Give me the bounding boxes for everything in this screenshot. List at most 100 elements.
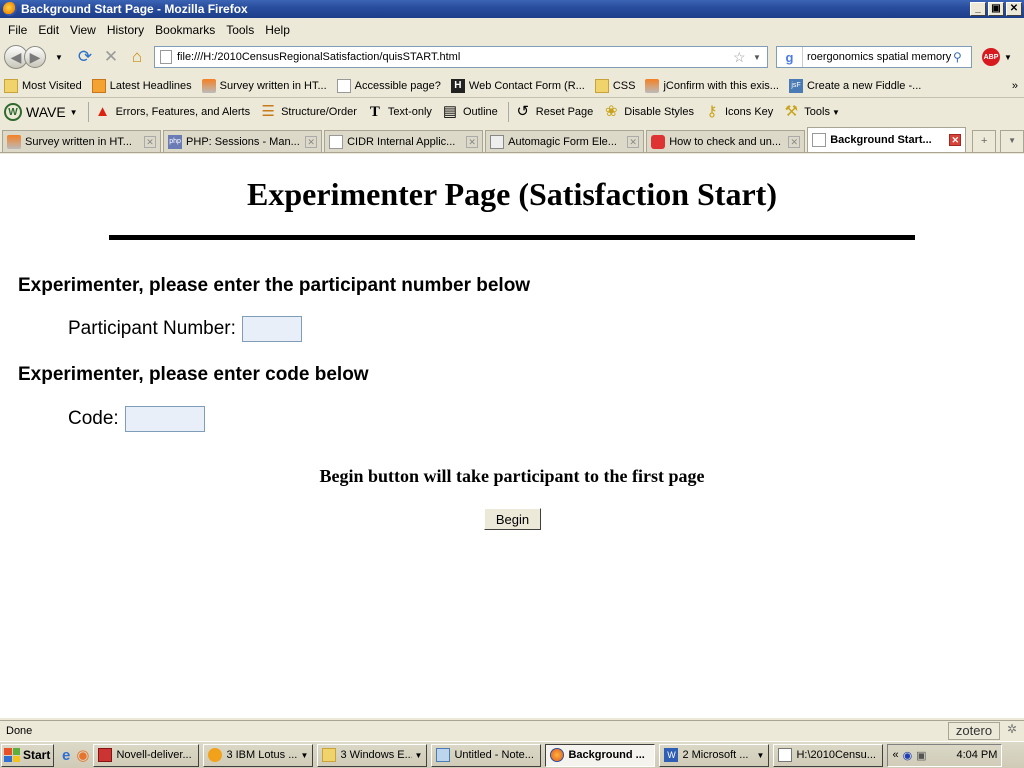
clock[interactable]: 4:04 PM <box>956 749 997 761</box>
menu-file[interactable]: File <box>4 23 34 37</box>
bookmark-survey[interactable]: Survey written in HT... <box>201 78 327 93</box>
bookmark-jsfiddle[interactable]: jsF Create a new Fiddle -... <box>788 78 921 93</box>
tab-cidr[interactable]: CIDR Internal Applic... ✕ <box>324 130 484 152</box>
wave-text-only-button[interactable]: T Text-only <box>367 104 432 120</box>
start-button[interactable]: Start <box>1 743 54 767</box>
tab-how-to-check[interactable]: How to check and un... ✕ <box>646 130 806 152</box>
task-firefox-background[interactable]: Background ... <box>545 743 656 767</box>
wave-icons-key-button[interactable]: ⚷ Icons Key <box>704 104 773 120</box>
tab-close-icon[interactable]: ✕ <box>144 135 157 148</box>
bookmark-web-contact-form[interactable]: H Web Contact Form (R... <box>450 78 585 93</box>
url-dropdown-icon[interactable]: ▼ <box>753 53 767 62</box>
close-window-button[interactable]: ✕ <box>1006 2 1022 16</box>
home-button[interactable]: ⌂ <box>124 47 150 67</box>
bookmark-accessible-page[interactable]: Accessible page? <box>336 78 441 93</box>
task-label: Novell-deliver... <box>116 749 192 761</box>
task-windows-explorer[interactable]: 3 Windows E... ▼ <box>317 743 428 767</box>
tab-close-icon[interactable]: ✕ <box>788 135 801 148</box>
wave-item-label: Icons Key <box>724 106 774 118</box>
address-bar[interactable]: file:///H:/2010CensusRegionalSatisfactio… <box>154 46 768 68</box>
bookmark-star-icon[interactable]: ☆ <box>733 49 753 66</box>
notepad-icon <box>778 748 793 762</box>
system-tray: « ◉ ▣ 4:04 PM <box>887 743 1003 767</box>
menu-help[interactable]: Help <box>261 23 297 37</box>
begin-button[interactable]: Begin <box>484 508 541 530</box>
menu-edit[interactable]: Edit <box>34 23 66 37</box>
navigation-toolbar: ◀ ▶ ▼ ⟳ ✕ ⌂ file:///H:/2010CensusRegiona… <box>0 42 1024 72</box>
tray-expand-icon[interactable]: « <box>892 749 898 761</box>
menu-bookmarks[interactable]: Bookmarks <box>151 23 222 37</box>
history-dropdown-button[interactable]: ▼ <box>46 53 72 62</box>
tab-label: Automagic Form Ele... <box>508 135 617 148</box>
wave-tools-button[interactable]: ⚒ Tools ▼ <box>783 104 840 120</box>
google-search-engine-icon[interactable]: g <box>777 47 803 67</box>
forward-button[interactable]: ▶ <box>24 46 46 68</box>
reload-button[interactable]: ⟳ <box>72 47 98 67</box>
tab-close-icon[interactable]: ✕ <box>466 135 479 148</box>
h-site-icon: H <box>450 78 465 93</box>
wave-item-label: Tools <box>804 106 830 118</box>
stackoverflow-icon <box>645 78 660 93</box>
bookmark-jconfirm[interactable]: jConfirm with this exis... <box>645 78 779 93</box>
folder-icon <box>594 78 609 93</box>
adblock-plus-icon[interactable]: ABP <box>982 48 1000 66</box>
tab-php-sessions[interactable]: php PHP: Sessions - Man... ✕ <box>163 130 323 152</box>
task-notepad[interactable]: Untitled - Note... <box>431 743 542 767</box>
tab-survey[interactable]: Survey written in HT... ✕ <box>2 130 162 152</box>
tab-close-icon[interactable]: ✕ <box>627 135 640 148</box>
zotero-button[interactable]: zotero <box>948 721 1000 740</box>
task-label: 3 IBM Lotus ... <box>226 749 298 761</box>
restore-button[interactable]: ▣ <box>988 2 1004 16</box>
bookmark-latest-headlines[interactable]: Latest Headlines <box>91 78 192 93</box>
wave-menu-button[interactable]: W WAVE ▼ <box>4 103 78 121</box>
menu-history[interactable]: History <box>103 23 151 37</box>
status-text: Done <box>6 724 33 737</box>
participant-number-label: Participant Number: <box>68 318 236 339</box>
task-group-dropdown-icon: ▼ <box>756 750 765 760</box>
bookmark-most-visited[interactable]: Most Visited <box>4 78 82 93</box>
firefox-quicklaunch-icon[interactable]: ◉ <box>76 746 89 764</box>
page-icon <box>812 133 827 147</box>
start-label: Start <box>23 748 51 762</box>
task-microsoft-word[interactable]: W2 Microsoft ... ▼ <box>659 743 770 767</box>
new-tab-button[interactable]: + <box>972 130 997 152</box>
tab-automagic-form[interactable]: Automagic Form Ele... ✕ <box>485 130 645 152</box>
bookmark-label: Most Visited <box>22 79 82 92</box>
list-all-tabs-icon[interactable]: ▼ <box>1000 130 1024 152</box>
wave-errors-button[interactable]: ▲ Errors, Features, and Alerts <box>95 104 250 120</box>
database-icon <box>490 134 505 149</box>
url-text[interactable]: file:///H:/2010CensusRegionalSatisfactio… <box>177 51 733 63</box>
network-tray-icon[interactable]: ◉ <box>903 749 913 762</box>
bookmark-css-folder[interactable]: CSS <box>594 78 635 93</box>
wave-disable-styles-button[interactable]: ❀ Disable Styles <box>603 104 694 120</box>
task-h-drive[interactable]: H:\2010Censu... <box>773 743 884 767</box>
wave-structure-button[interactable]: ☰ Structure/Order <box>260 104 357 120</box>
code-input[interactable] <box>124 406 205 432</box>
menu-tools[interactable]: Tools <box>222 23 261 37</box>
reset-icon: ↺ <box>516 103 530 120</box>
menu-view[interactable]: View <box>66 23 103 37</box>
internet-explorer-icon[interactable]: e <box>62 747 70 764</box>
task-novell[interactable]: Novell-deliver... <box>93 743 200 767</box>
tab-close-icon[interactable]: ✕ <box>949 134 962 146</box>
search-icon[interactable]: ⚲ <box>953 50 971 64</box>
notepad-icon <box>436 748 451 762</box>
tab-background-start[interactable]: Background Start... ✕ <box>807 127 967 152</box>
participant-number-input[interactable] <box>241 316 302 342</box>
wave-outline-button[interactable]: ▤ Outline <box>442 104 498 120</box>
toolbar-separator <box>507 102 509 122</box>
bookmarks-overflow-chevron-icon[interactable]: » <box>1012 80 1018 92</box>
toolbox-icon <box>651 134 666 149</box>
search-input[interactable]: roergonomics spatial memory <box>803 51 953 63</box>
wave-status-icon[interactable]: ✲ <box>1000 722 1024 740</box>
stop-button[interactable]: ✕ <box>98 47 124 67</box>
monitor-tray-icon[interactable]: ▣ <box>916 749 926 762</box>
adblock-dropdown-icon[interactable]: ▼ <box>1004 53 1012 62</box>
task-group-dropdown-icon: ▼ <box>300 750 309 760</box>
search-box[interactable]: g roergonomics spatial memory ⚲ <box>776 46 972 68</box>
word-icon: W <box>664 748 679 762</box>
tab-close-icon[interactable]: ✕ <box>305 135 318 148</box>
wave-reset-page-button[interactable]: ↺ Reset Page <box>515 103 594 120</box>
minimize-button[interactable]: _ <box>970 2 986 16</box>
task-lotus[interactable]: 3 IBM Lotus ... ▼ <box>203 743 314 767</box>
